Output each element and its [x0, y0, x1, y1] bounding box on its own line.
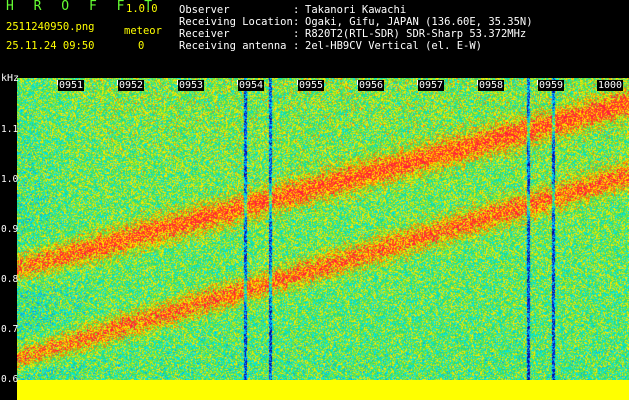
baseline-band — [17, 380, 629, 400]
frequency-axis — [0, 73, 17, 400]
time-tick-label: 0959 — [538, 80, 565, 91]
spectrogram-canvas — [17, 78, 629, 380]
header-panel: H R O F F T 1.0.0 2511240950.png meteor … — [0, 0, 629, 73]
datetime: 25.11.24 09:50 — [6, 40, 95, 52]
separator-colon: : — [293, 40, 300, 52]
frequency-tick-label: 0.6 — [1, 374, 19, 385]
time-tick-label: 0956 — [358, 80, 385, 91]
meteor-count: 0 — [138, 40, 145, 52]
meteor-label: meteor — [124, 25, 162, 37]
time-tick-label: 0958 — [478, 80, 505, 91]
observer-value: Takanori Kawachi — [305, 4, 407, 16]
time-tick-label: 0953 — [178, 80, 205, 91]
frequency-tick-label: 0.8 — [1, 274, 19, 285]
antenna-value: 2el-HB9CV Vertical (el. E-W) — [305, 40, 483, 52]
time-tick-label: 1000 — [597, 80, 624, 91]
time-tick-label: 0952 — [118, 80, 145, 91]
frequency-tick-label: 1.0 — [1, 174, 19, 185]
separator-colon: : — [293, 28, 300, 40]
frequency-tick-label: 0.9 — [1, 224, 19, 235]
separator-colon: : — [293, 4, 300, 16]
file-name: 2511240950.png — [6, 21, 95, 33]
observer-label: Observer — [179, 4, 230, 16]
receiver-label: Receiver — [179, 28, 230, 40]
time-tick-label: 0957 — [418, 80, 445, 91]
antenna-label: Receiving antenna — [179, 40, 287, 52]
frequency-unit-label: kHz — [1, 73, 20, 84]
time-tick-label: 0951 — [58, 80, 85, 91]
frequency-tick-label: 0.7 — [1, 324, 19, 335]
separator-colon: : — [293, 16, 300, 28]
version-label: 1.0.0 — [126, 3, 158, 15]
frequency-tick-label: 1.1 — [1, 124, 19, 135]
location-value: Ogaki, Gifu, JAPAN (136.60E, 35.35N) — [305, 16, 533, 28]
receiver-value: R820T2(RTL-SDR) SDR-Sharp 53.372MHz — [305, 28, 527, 40]
time-tick-label: 0954 — [238, 80, 265, 91]
time-tick-label: 0955 — [298, 80, 325, 91]
location-label: Receiving Location — [179, 16, 293, 28]
